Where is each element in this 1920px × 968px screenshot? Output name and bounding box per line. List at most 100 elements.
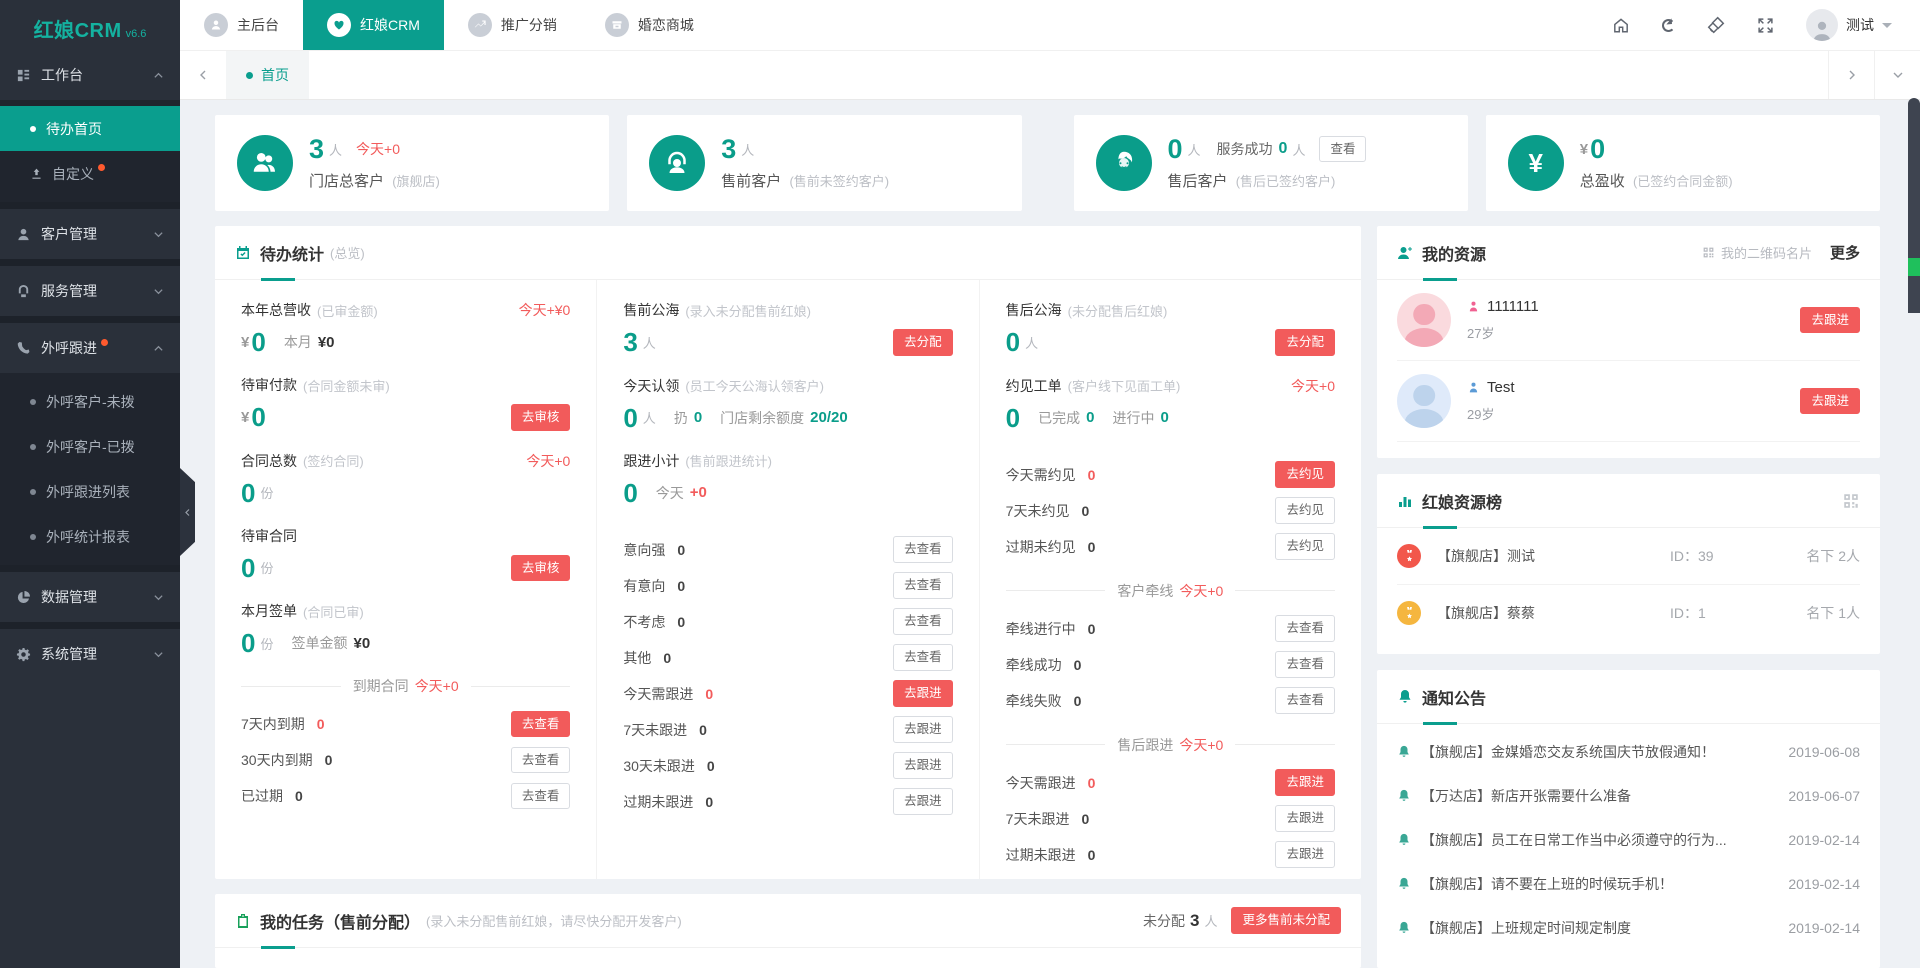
go-follow-button[interactable]: 去跟进 bbox=[1800, 307, 1860, 334]
go-review-button[interactable]: 去审核 bbox=[511, 404, 571, 431]
go-view-button[interactable]: 去查看 bbox=[1275, 687, 1335, 714]
sidebar-item-system-mgmt[interactable]: 系统管理 bbox=[0, 629, 180, 679]
sidebar-item-outbound-report[interactable]: 外呼统计报表 bbox=[0, 514, 180, 559]
sidebar-divider bbox=[0, 259, 180, 266]
go-follow-button[interactable]: 去跟进 bbox=[893, 752, 953, 779]
sidebar-divider bbox=[0, 622, 180, 629]
resource-name[interactable]: 1111111 bbox=[1487, 298, 1539, 315]
notice-text[interactable]: 【万达店】新店开张需要什么准备 bbox=[1421, 786, 1776, 806]
rank-count: 名下 2人 bbox=[1780, 546, 1860, 566]
sidebar-item-label: 客户管理 bbox=[41, 224, 97, 244]
matchmaker-ranking-panel: 红娘资源榜 【旗舰店】测试 ID：39 名下 2人 【 bbox=[1377, 474, 1880, 654]
throw-value: 0 bbox=[694, 409, 702, 426]
qr-code-icon[interactable] bbox=[1842, 492, 1860, 510]
notice-row: 【旗舰店】上班规定时间规定制度 2019-02-14 bbox=[1397, 906, 1860, 950]
todo-col-aftersale: 售后公海 (未分配售后红娘) 0 人 去分配 bbox=[980, 280, 1361, 879]
sidebar-item-outbound-notcalled[interactable]: 外呼客户-未拨 bbox=[0, 379, 180, 424]
panel-header: 红娘资源榜 bbox=[1377, 474, 1880, 528]
go-follow-button[interactable]: 去跟进 bbox=[893, 716, 953, 743]
sidebar-item-outbound-called[interactable]: 外呼客户-已拨 bbox=[0, 424, 180, 469]
sidebar-item-label: 外呼跟进 bbox=[41, 338, 97, 358]
go-view-button[interactable]: 去查看 bbox=[511, 783, 571, 810]
go-view-button[interactable]: 去查看 bbox=[893, 572, 953, 599]
rank-name[interactable]: 【旗舰店】测试 bbox=[1437, 546, 1670, 566]
go-view-button[interactable]: 去查看 bbox=[511, 711, 571, 738]
my-qr-card-link[interactable]: 我的二维码名片 bbox=[1702, 243, 1812, 262]
sidebar-item-workbench[interactable]: 工作台 bbox=[0, 50, 180, 100]
stat-block-meet-orders: 约见工单 (客户线下见面工单) 今天+0 0 已完成 0 进行中 0 bbox=[1006, 376, 1335, 431]
sidebar-item-service-mgmt[interactable]: 服务管理 bbox=[0, 266, 180, 316]
bell-icon bbox=[1397, 745, 1411, 759]
go-assign-button[interactable]: 去分配 bbox=[1275, 329, 1335, 356]
workbench-submenu: 待办首页 自定义 bbox=[0, 100, 180, 202]
fullscreen-icon[interactable] bbox=[1757, 17, 1774, 34]
stat-card-store-customers: 3 人 今天+0 门店总客户 (旗舰店) bbox=[215, 115, 609, 211]
resource-name[interactable]: Test bbox=[1487, 379, 1515, 396]
go-view-button[interactable]: 去查看 bbox=[893, 644, 953, 671]
tab-main-backend[interactable]: 主后台 bbox=[180, 0, 303, 50]
title-underline bbox=[1423, 722, 1457, 725]
sidebar-item-outbound-follow[interactable]: 外呼跟进 bbox=[0, 323, 180, 373]
notice-text[interactable]: 【旗舰店】上班规定时间规定制度 bbox=[1421, 918, 1776, 938]
stat-row-match-ongoing: 牵线进行中 0 去查看 bbox=[1006, 611, 1335, 647]
stat-block-pending-payment: 待审付款 (合同金额未审) ¥ 0 去审核 bbox=[241, 375, 570, 431]
stat-block-presale-pool: 售前公海 (录入未分配售前红娘) 3 人 去分配 bbox=[623, 300, 952, 356]
go-follow-button[interactable]: 去跟进 bbox=[1275, 769, 1335, 796]
refresh-icon[interactable] bbox=[1662, 19, 1675, 32]
tags-scroll-right[interactable] bbox=[1828, 51, 1874, 99]
sidebar-item-data-mgmt[interactable]: 数据管理 bbox=[0, 572, 180, 622]
notice-text[interactable]: 【旗舰店】请不要在上班的时候玩手机！ bbox=[1421, 874, 1776, 894]
more-link[interactable]: 更多 bbox=[1830, 242, 1860, 263]
go-view-button[interactable]: 去查看 bbox=[893, 536, 953, 563]
go-meet-button[interactable]: 去约见 bbox=[1275, 497, 1335, 524]
tags-scroll-left[interactable] bbox=[180, 51, 226, 99]
go-follow-button[interactable]: 去跟进 bbox=[1275, 841, 1335, 868]
tab-marriage-mall[interactable]: 婚恋商城 bbox=[581, 0, 718, 50]
bar-chart-icon bbox=[1397, 493, 1413, 509]
top-nav: 主后台 红娘CRM 推广分销 婚恋商城 测试 bbox=[180, 0, 1920, 50]
tab-home[interactable]: 首页 bbox=[226, 51, 309, 99]
rank-name[interactable]: 【旗舰店】蔡蔡 bbox=[1437, 603, 1670, 623]
today-badge: 今天+0 bbox=[526, 451, 570, 471]
row-label: 有意向 bbox=[623, 576, 665, 596]
sidebar-collapse-handle[interactable] bbox=[180, 468, 195, 556]
main-area: 主后台 红娘CRM 推广分销 婚恋商城 测试 bbox=[180, 0, 1920, 968]
home-icon[interactable] bbox=[1612, 16, 1630, 34]
go-view-button[interactable]: 去查看 bbox=[1275, 615, 1335, 642]
month-label: 本月 bbox=[284, 332, 312, 352]
stat-row-not-considering: 不考虑 0 去查看 bbox=[623, 604, 952, 640]
tags-menu[interactable] bbox=[1874, 51, 1920, 99]
notice-text[interactable]: 【旗舰店】金媒婚恋交友系统国庆节放假通知！ bbox=[1421, 742, 1776, 762]
sidebar-item-custom[interactable]: 自定义 bbox=[0, 151, 180, 196]
go-meet-button[interactable]: 去约见 bbox=[1275, 461, 1335, 488]
sidebar-item-customer-mgmt[interactable]: 客户管理 bbox=[0, 209, 180, 259]
page-scrollbar[interactable] bbox=[1908, 98, 1920, 313]
row-label: 过期未跟进 bbox=[623, 792, 693, 812]
view-button[interactable]: 查看 bbox=[1319, 136, 1366, 163]
go-view-button[interactable]: 去查看 bbox=[511, 747, 571, 774]
row-value: 0 bbox=[1088, 621, 1096, 637]
go-meet-button[interactable]: 去约见 bbox=[1275, 533, 1335, 560]
notice-text[interactable]: 【旗舰店】员工在日常工作当中必须遵守的行为... bbox=[1421, 830, 1776, 850]
go-assign-button[interactable]: 去分配 bbox=[893, 329, 953, 356]
sidebar-item-outbound-followlist[interactable]: 外呼跟进列表 bbox=[0, 469, 180, 514]
more-unassigned-button[interactable]: 更多售前未分配 bbox=[1231, 907, 1341, 934]
tab-promotion[interactable]: 推广分销 bbox=[444, 0, 581, 50]
bell-icon bbox=[1397, 689, 1413, 705]
title-underline bbox=[1423, 526, 1457, 529]
go-view-button[interactable]: 去查看 bbox=[1275, 651, 1335, 678]
go-follow-button[interactable]: 去跟进 bbox=[893, 680, 953, 707]
go-follow-button[interactable]: 去跟进 bbox=[1275, 805, 1335, 832]
clear-cache-icon[interactable] bbox=[1707, 16, 1725, 34]
go-review-button[interactable]: 去审核 bbox=[511, 555, 571, 582]
go-follow-button[interactable]: 去跟进 bbox=[1800, 388, 1860, 415]
user-menu[interactable]: 测试 bbox=[1806, 9, 1892, 41]
sidebar-item-todo-home[interactable]: 待办首页 bbox=[0, 106, 180, 151]
go-follow-button[interactable]: 去跟进 bbox=[893, 788, 953, 815]
stat-row-expired: 已过期 0 去查看 bbox=[241, 778, 570, 814]
tab-matchmaker-crm[interactable]: 红娘CRM bbox=[303, 0, 444, 50]
go-view-button[interactable]: 去查看 bbox=[893, 608, 953, 635]
rank-count: 名下 1人 bbox=[1780, 603, 1860, 623]
title-underline bbox=[1423, 278, 1457, 281]
calendar-check-icon bbox=[235, 245, 251, 261]
